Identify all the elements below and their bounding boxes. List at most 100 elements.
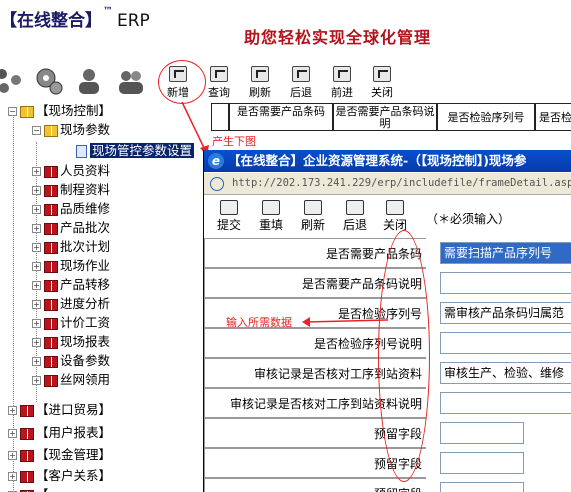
grid-column-header[interactable]: 是否检验序列号 — [437, 103, 535, 131]
search-button[interactable]: 查询 — [203, 66, 235, 100]
expand-icon[interactable]: + — [8, 429, 17, 438]
reserved-field-input[interactable] — [440, 482, 524, 492]
tree-item[interactable]: + 产品批次 — [32, 219, 110, 237]
nav-tree: − 【现场控制】 − 现场参数 现场管控参数设置 + 人员资料 + 制程资料 + 品质维修… — [0, 102, 205, 492]
audit-check-select[interactable]: 审核生产、检验、维修 — [440, 362, 571, 384]
folder-open-icon — [44, 124, 58, 137]
expand-icon[interactable]: + — [32, 357, 41, 366]
book-icon — [20, 470, 34, 483]
tree-selected-node[interactable]: 现场管控参数设置 — [76, 142, 195, 160]
reserved-field-input[interactable] — [440, 422, 524, 444]
expand-icon[interactable]: + — [8, 451, 17, 460]
expand-icon[interactable]: + — [32, 205, 41, 214]
tree-module[interactable]: + 【客户关系】 — [8, 467, 111, 485]
annotation-arrow-left — [302, 317, 389, 327]
book-icon — [44, 222, 58, 235]
expand-icon[interactable]: + — [32, 376, 41, 385]
book-icon — [44, 241, 58, 254]
reserved-field-input[interactable] — [440, 452, 524, 474]
tree-item[interactable]: + 进度分析 — [32, 295, 110, 313]
tree-item[interactable]: + 现场作业 — [32, 257, 110, 275]
barcode-note-input[interactable] — [440, 272, 571, 294]
expand-icon[interactable]: + — [32, 243, 41, 252]
book-icon — [44, 374, 58, 387]
barcode-select[interactable]: 需要扫描产品序列号 — [440, 242, 571, 264]
tree-item[interactable]: + 人员资料 — [32, 162, 110, 180]
gears-icon[interactable] — [34, 66, 64, 96]
reset-button[interactable]: 重填 — [256, 200, 286, 233]
expand-icon[interactable]: + — [32, 281, 41, 290]
grid-column-header[interactable]: 是否检 — [535, 103, 571, 131]
tree-sub-node[interactable]: − 现场参数 — [32, 121, 110, 139]
refresh-icon — [251, 66, 269, 82]
document-icon — [76, 145, 87, 158]
close-button[interactable]: 关闭 — [366, 66, 398, 100]
expand-icon[interactable]: + — [32, 224, 41, 233]
expand-icon[interactable]: + — [8, 406, 17, 415]
book-icon — [44, 203, 58, 216]
back-icon — [346, 200, 364, 215]
forward-button[interactable]: 前进 — [326, 66, 358, 100]
users-group-icon[interactable] — [116, 66, 146, 96]
back-icon — [292, 66, 310, 82]
book-icon — [44, 279, 58, 292]
tree-item[interactable]: + 制程资料 — [32, 181, 110, 199]
tree-item[interactable]: + 设备参数 — [32, 352, 110, 370]
audit-note-input[interactable] — [440, 392, 571, 414]
tree-module[interactable]: +【... — [8, 486, 60, 492]
expand-icon[interactable]: + — [8, 472, 17, 481]
refresh-button[interactable]: 刷新 — [244, 66, 276, 100]
book-icon — [20, 449, 34, 462]
folder-open-icon — [20, 105, 34, 118]
close-icon — [373, 66, 391, 82]
form-row: 预留字段 — [204, 478, 571, 492]
tree-item[interactable]: + 现场报表 — [32, 333, 110, 351]
back-button[interactable]: 后退 — [285, 66, 317, 100]
serial-note-input[interactable] — [440, 332, 571, 354]
collapse-icon[interactable]: − — [32, 126, 41, 135]
expand-icon[interactable]: + — [32, 167, 41, 176]
grid-column-header[interactable]: 是否需要产品条码 — [229, 103, 333, 131]
collapse-icon[interactable]: − — [8, 107, 17, 116]
book-icon — [44, 355, 58, 368]
expand-icon[interactable]: + — [32, 186, 41, 195]
tree-item[interactable]: + 产品转移 — [32, 276, 110, 294]
expand-icon[interactable]: + — [32, 338, 41, 347]
tree-module[interactable]: + 【用户报表】 — [8, 424, 111, 442]
submit-button[interactable]: 提交 — [214, 200, 244, 233]
refresh-button[interactable]: 刷新 — [298, 200, 328, 233]
header-banner: 【在线整合】™ ERP 助您轻松实现全球化管理 — [0, 0, 571, 62]
expand-icon[interactable]: + — [32, 319, 41, 328]
page-icon — [210, 177, 224, 191]
book-icon — [44, 184, 58, 197]
reset-icon — [262, 200, 280, 215]
ie-icon: e — [208, 153, 224, 169]
tree-module[interactable]: + 【进口贸易】 — [8, 401, 111, 419]
network-icon[interactable] — [0, 66, 24, 96]
book-icon — [20, 404, 34, 417]
tree-item[interactable]: + 批次计划 — [32, 238, 110, 256]
back-button[interactable]: 后退 — [340, 200, 370, 233]
tree-root-node[interactable]: − 【现场控制】 — [8, 102, 111, 120]
annotation-input: 输入所需数据 — [226, 316, 292, 329]
serial-check-select[interactable]: 需审核产品条码归属范 — [440, 302, 571, 324]
tree-module[interactable]: + 【现金管理】 — [8, 446, 111, 464]
expand-icon[interactable]: + — [32, 300, 41, 309]
grid-column-header[interactable]: 是否需要产品条码说明 — [333, 103, 437, 131]
expand-icon[interactable]: + — [32, 262, 41, 271]
book-icon — [44, 165, 58, 178]
book-icon — [44, 298, 58, 311]
window-titlebar[interactable]: e 【在线整合】企业资源管理系统-（【现场控制】)现场参 — [204, 150, 571, 172]
book-icon — [44, 336, 58, 349]
user-icon[interactable] — [74, 66, 104, 96]
highlight-oval — [378, 230, 430, 482]
address-bar[interactable]: http://202.173.241.229/erp/includefile/f… — [204, 173, 571, 195]
book-icon — [20, 427, 34, 440]
book-icon — [44, 260, 58, 273]
tree-item[interactable]: + 丝网领用 — [32, 371, 110, 389]
refresh-icon — [304, 200, 322, 215]
close-button[interactable]: 关闭 — [380, 200, 410, 233]
tree-item[interactable]: + 计价工资 — [32, 314, 110, 332]
submit-icon — [220, 200, 238, 215]
tree-item[interactable]: + 品质维修 — [32, 200, 110, 218]
